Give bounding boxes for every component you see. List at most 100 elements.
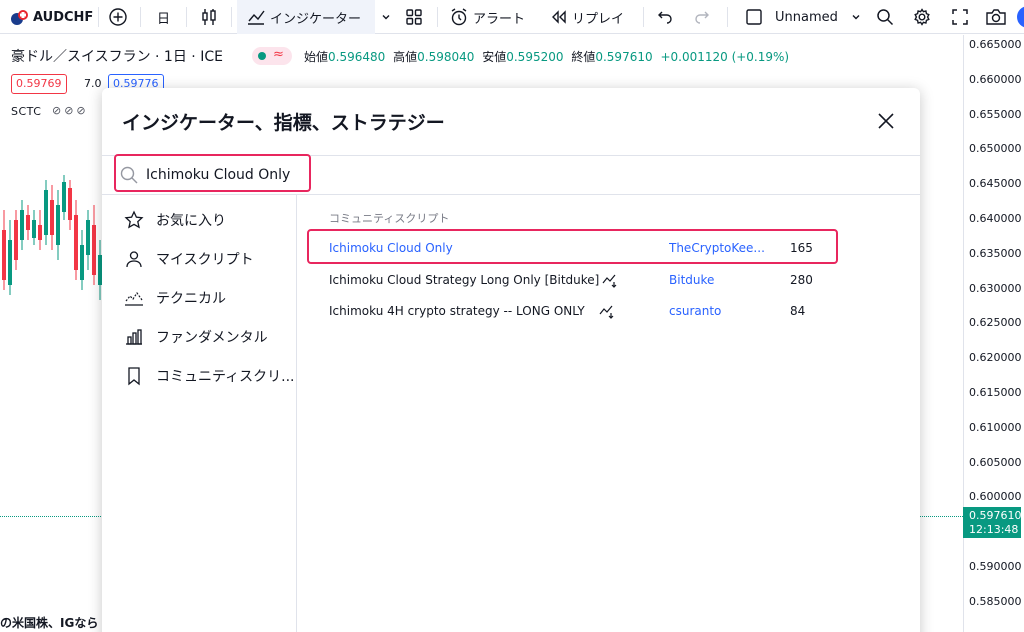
price-tick: 0.660000 (969, 72, 1022, 86)
results-section-label: コミュニティスクリプト (329, 212, 450, 225)
alert-button[interactable]: アラート (449, 0, 525, 34)
sidebar-item-my-scripts[interactable]: マイスクリプト (102, 240, 296, 278)
toolbar-divider (437, 7, 438, 27)
price-tick: 0.585000 (969, 594, 1022, 608)
result-name: Ichimoku Cloud Strategy Long Only [Bitdu… (329, 273, 600, 287)
result-count: 280 (790, 273, 813, 287)
undo-icon (658, 11, 672, 24)
price-tick: 0.625000 (969, 316, 1022, 330)
category-sidebar: お気に入り マイスクリプト テクニカル ファンダメンタル コミュニティスクリ..… (102, 195, 297, 632)
price-tick: 0.630000 (969, 281, 1022, 295)
fundamentals-icon (126, 329, 142, 345)
indicators-menu-button[interactable] (380, 0, 392, 34)
layouts-button[interactable] (404, 0, 424, 34)
redo-button[interactable] (693, 0, 711, 34)
chevron-down-icon (852, 15, 860, 20)
result-author[interactable]: Bitduke (669, 273, 769, 287)
search-annotation-box (114, 154, 311, 192)
sidebar-item-label: コミュニティスクリ... (156, 369, 295, 385)
replay-button[interactable]: リプレイ (548, 0, 624, 34)
sidebar-item-label: マイスクリプト (156, 252, 254, 268)
sidebar-item-technicals[interactable]: テクニカル (102, 279, 296, 317)
search-icon (877, 9, 894, 26)
result-annotation-box (307, 229, 838, 264)
user-icon (126, 251, 142, 268)
price-tick: 0.605000 (969, 455, 1022, 469)
wave-icon: ≈ (273, 47, 284, 62)
low-value: 0.595200 (506, 50, 564, 64)
ohlc-legend: 始値0.596480 高値0.598040 安値0.595200 終値0.597… (304, 50, 790, 64)
star-icon (124, 210, 144, 229)
price-axis[interactable] (963, 35, 1024, 632)
study-legend-name: SCTC (11, 105, 42, 118)
symbol-search-button[interactable]: AUDCHF (9, 0, 93, 34)
candles-icon (202, 9, 216, 25)
undo-button[interactable] (656, 0, 674, 34)
sidebar-item-label: テクニカル (156, 291, 226, 307)
price-tick: 0.650000 (969, 142, 1022, 156)
current-price-value: 0.597610 (969, 509, 1022, 522)
layout-name-button[interactable]: Unnamed (745, 0, 862, 34)
study-disabled-icons[interactable]: ⊘⊘⊘ (52, 104, 89, 117)
result-count: 84 (790, 304, 806, 318)
result-row[interactable]: Ichimoku 4H crypto strategy -- LONG ONLY… (317, 297, 817, 327)
toolbar-divider (231, 7, 232, 27)
price-tick: 0.610000 (969, 420, 1022, 434)
toolbar-divider (98, 7, 99, 27)
result-row[interactable]: Ichimoku Cloud Strategy Long Only [Bitdu… (317, 266, 817, 296)
sidebar-item-fundamentals[interactable]: ファンダメンタル (102, 318, 296, 356)
sidebar-item-label: お気に入り (156, 213, 226, 229)
compare-button[interactable] (108, 0, 128, 34)
indicators-button[interactable]: インジケーター (246, 0, 361, 34)
fullscreen-button[interactable] (950, 0, 970, 34)
price-tick: 0.615000 (969, 386, 1022, 399)
search-toolbar-button[interactable] (875, 0, 895, 34)
symbol-title: 豪ドル／スイスフラン · 1日 · ICE (11, 49, 223, 65)
sell-price-button[interactable]: 0.59769 (11, 74, 67, 94)
replay-label: リプレイ (572, 11, 625, 27)
high-value: 0.598040 (417, 50, 475, 64)
layout-name-label: Unnamed (775, 9, 838, 25)
settings-button[interactable] (912, 0, 932, 34)
price-tick: 0.655000 (969, 107, 1022, 121)
bar-countdown: 12:13:48 (969, 523, 1019, 536)
candle (74, 215, 78, 270)
candle (56, 205, 60, 245)
candle (92, 225, 96, 275)
toolbar-divider (186, 7, 187, 27)
grid-icon (406, 9, 422, 25)
sidebar-item-favorites[interactable]: お気に入り (102, 201, 296, 239)
chevron-down-icon (382, 15, 390, 20)
candle (50, 200, 54, 235)
market-status-pill[interactable]: ≈ (252, 47, 292, 65)
price-tick: 0.640000 (969, 212, 1022, 225)
toolbar-divider (727, 7, 728, 27)
candle (62, 182, 66, 212)
chart-type-button[interactable] (199, 0, 219, 34)
square-icon (746, 9, 762, 25)
strategy-icon (602, 274, 617, 288)
sidebar-item-community-scripts[interactable]: コミュニティスクリ... (102, 357, 296, 395)
candle (32, 220, 36, 238)
bookmark-icon (128, 367, 140, 386)
price-tick: 0.635000 (969, 246, 1022, 260)
indicators-label: インジケーター (270, 11, 362, 27)
result-author[interactable]: csuranto (669, 304, 769, 318)
symbol-flag-icon (11, 10, 28, 25)
candle (68, 188, 72, 220)
alarm-clock-icon (451, 8, 467, 26)
market-open-dot (258, 52, 266, 60)
technicals-icon (125, 291, 143, 306)
plus-circle-icon (109, 8, 127, 26)
strategy-icon (599, 305, 614, 319)
change-value: +0.001120 (+0.19%) (660, 50, 790, 64)
close-icon[interactable] (875, 110, 897, 132)
interval-button[interactable]: 日 (157, 0, 170, 34)
candle (8, 240, 12, 285)
snapshot-button[interactable] (985, 0, 1007, 34)
candle (44, 190, 48, 235)
news-ticker-snippet[interactable]: の米国株、IGなら (0, 614, 98, 631)
price-tick: 0.590000 (969, 560, 1022, 573)
price-tick: 0.645000 (969, 177, 1022, 191)
current-price-label: 0.597610 12:13:48 (963, 507, 1022, 538)
